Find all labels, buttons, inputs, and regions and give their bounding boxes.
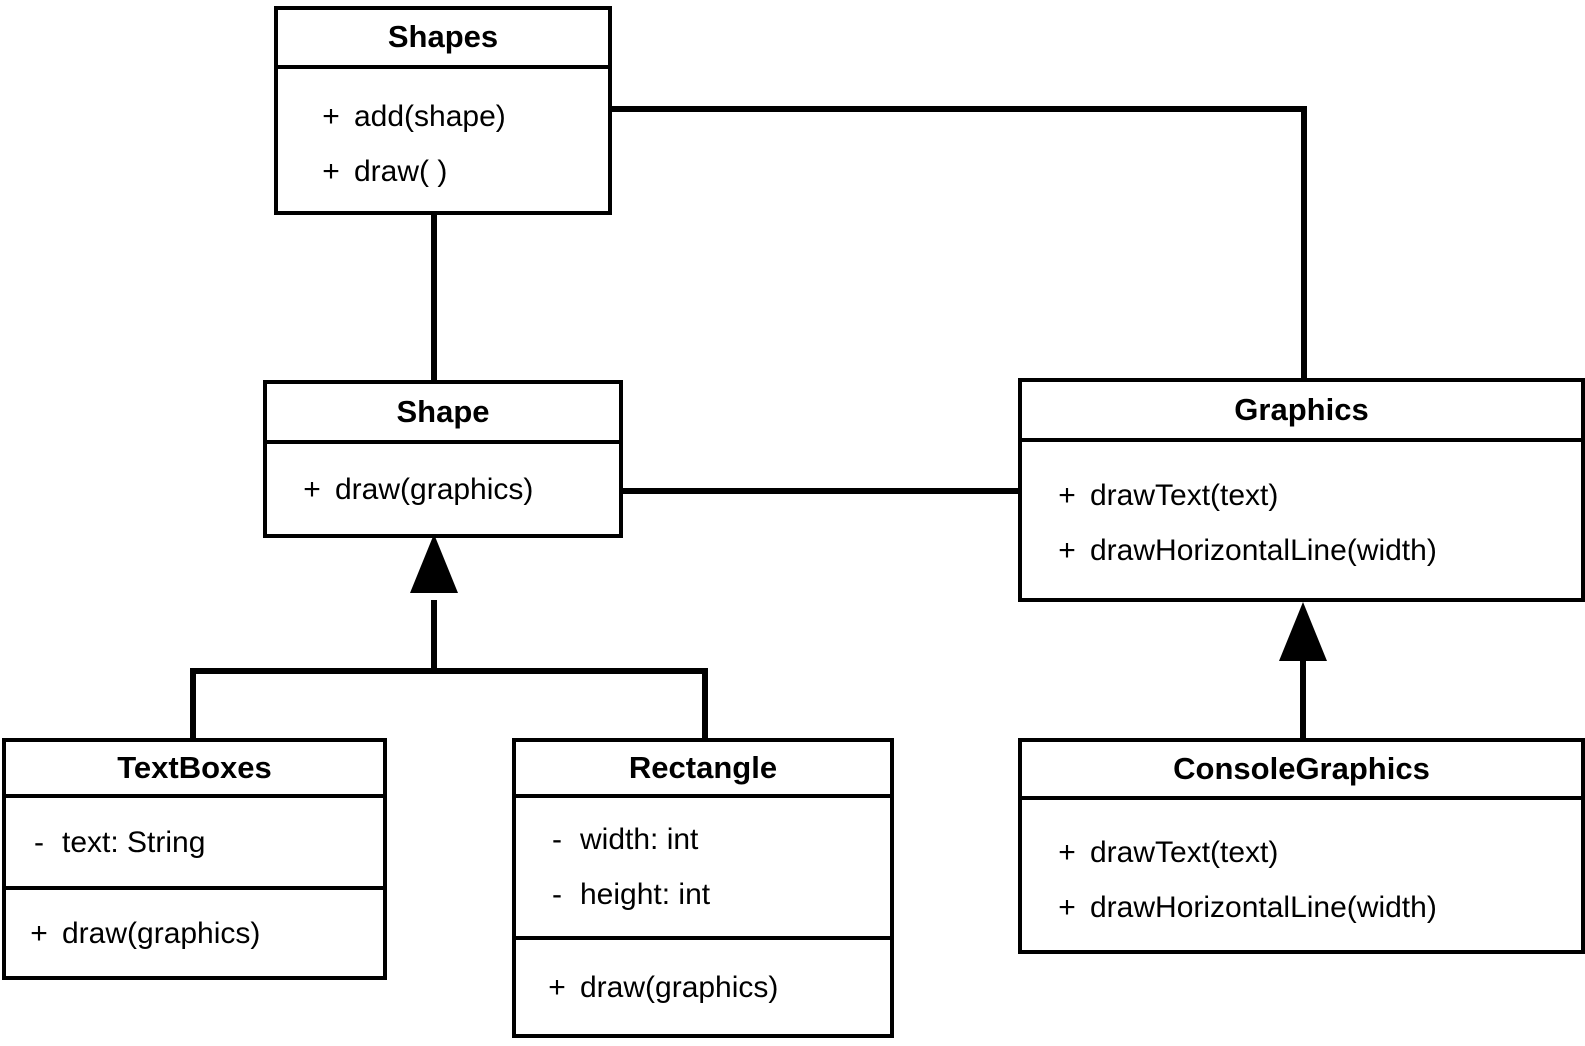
attribute-signature: text: String	[62, 825, 206, 859]
method-row: + draw(graphics)	[16, 917, 383, 950]
method-signature: draw(graphics)	[62, 916, 261, 950]
attribute-row: - height: int	[534, 878, 890, 911]
visibility-marker: +	[548, 970, 566, 1004]
attribute-signature: height: int	[580, 878, 711, 911]
method-signature: draw(graphics)	[335, 472, 534, 506]
class-title-compartment-textboxes: TextBoxes	[6, 742, 383, 794]
visibility-marker: +	[1058, 891, 1076, 924]
class-methods-compartment-graphics: + drawText(text) + drawHorizontalLine(wi…	[1022, 438, 1581, 598]
visibility-marker: +	[1058, 836, 1076, 869]
class-methods-compartment-consolegraphics: + drawText(text) + drawHorizontalLine(wi…	[1022, 796, 1581, 954]
class-name-rectangle: Rectangle	[628, 749, 778, 785]
method-row: + draw(graphics)	[534, 971, 890, 1004]
method-row: + drawText(text)	[1044, 836, 1581, 869]
method-signature: add(shape)	[354, 100, 506, 133]
class-box-shape[interactable]: Shape + draw(graphics)	[263, 380, 623, 538]
class-box-consolegraphics[interactable]: ConsoleGraphics + drawText(text) + drawH…	[1018, 738, 1585, 954]
attribute-row: - text: String	[16, 826, 383, 859]
method-signature: drawText(text)	[1090, 836, 1279, 869]
method-row: + drawText(text)	[1044, 479, 1581, 512]
visibility-marker: -	[552, 878, 562, 911]
visibility-marker: -	[34, 825, 44, 859]
uml-class-diagram: Shapes + add(shape) + draw( ) Shape + dr…	[0, 0, 1585, 1046]
class-methods-compartment-shape: + draw(graphics)	[267, 440, 619, 534]
visibility-marker: +	[1058, 534, 1076, 567]
method-signature: drawText(text)	[1090, 479, 1279, 512]
class-name-shapes: Shapes	[387, 19, 499, 55]
class-name-graphics: Graphics	[1234, 391, 1369, 427]
attribute-signature: width: int	[580, 823, 699, 856]
visibility-marker: +	[303, 472, 321, 506]
method-row: + drawHorizontalLine(width)	[1044, 534, 1581, 567]
visibility-marker: +	[1058, 479, 1076, 512]
class-methods-compartment-rectangle: + draw(graphics)	[516, 936, 890, 1034]
visibility-marker: +	[30, 916, 48, 950]
visibility-marker: +	[322, 100, 340, 133]
class-name-textboxes: TextBoxes	[117, 749, 272, 785]
class-box-graphics[interactable]: Graphics + drawText(text) + drawHorizont…	[1018, 378, 1585, 602]
method-signature: draw( )	[354, 155, 448, 188]
generalization-arrowhead-shape	[410, 534, 458, 593]
class-name-consolegraphics: ConsoleGraphics	[1173, 750, 1430, 786]
class-attributes-compartment-rectangle: - width: int - height: int	[516, 794, 890, 936]
connector-shapes-graphics	[609, 106, 1307, 380]
method-row: + drawHorizontalLine(width)	[1044, 891, 1581, 924]
class-methods-compartment-shapes: + add(shape) + draw( )	[278, 65, 608, 211]
class-box-rectangle[interactable]: Rectangle - width: int - height: int + d…	[512, 738, 894, 1038]
visibility-marker: -	[552, 823, 562, 856]
visibility-marker: +	[322, 155, 340, 188]
method-signature: drawHorizontalLine(width)	[1090, 891, 1437, 924]
method-row: + draw(graphics)	[289, 473, 619, 506]
class-title-compartment-shapes: Shapes	[278, 10, 608, 65]
generalization-arrowhead-graphics	[1279, 602, 1327, 661]
class-title-compartment-consolegraphics: ConsoleGraphics	[1022, 742, 1581, 796]
class-box-textboxes[interactable]: TextBoxes - text: String + draw(graphics…	[2, 738, 387, 980]
class-methods-compartment-textboxes: + draw(graphics)	[6, 886, 383, 976]
method-signature: draw(graphics)	[580, 970, 779, 1004]
method-row: + add(shape)	[308, 100, 608, 133]
class-box-shapes[interactable]: Shapes + add(shape) + draw( )	[274, 6, 612, 215]
class-title-compartment-rectangle: Rectangle	[516, 742, 890, 794]
class-attributes-compartment-textboxes: - text: String	[6, 794, 383, 886]
attribute-row: - width: int	[534, 823, 890, 856]
class-title-compartment-shape: Shape	[267, 384, 619, 440]
method-signature: drawHorizontalLine(width)	[1090, 534, 1437, 567]
class-name-shape: Shape	[396, 393, 490, 429]
method-row: + draw( )	[308, 155, 608, 188]
class-title-compartment-graphics: Graphics	[1022, 382, 1581, 438]
